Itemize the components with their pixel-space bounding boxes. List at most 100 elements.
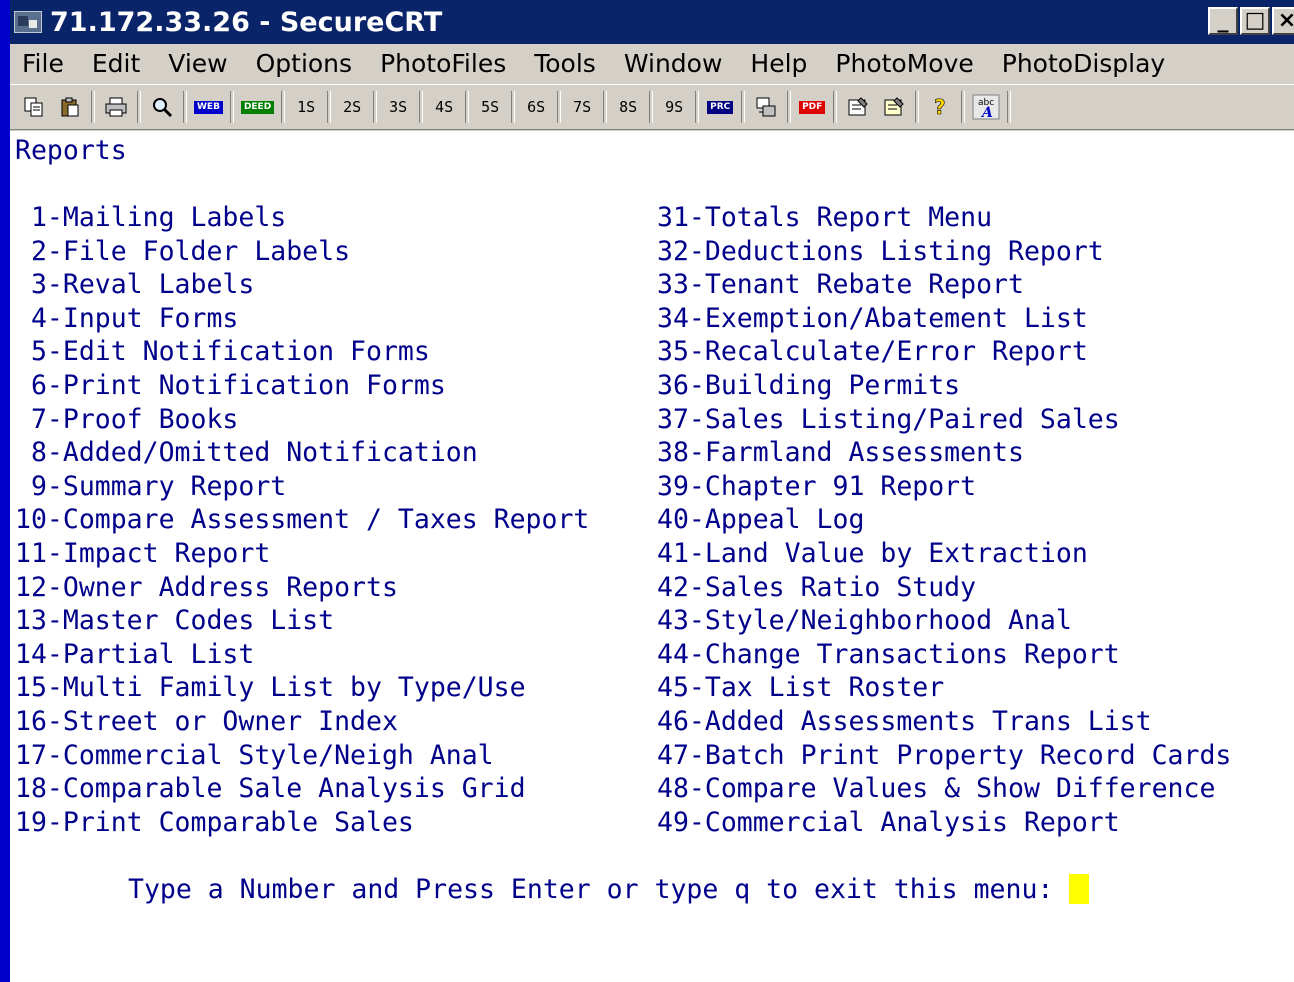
menu-photodisplay[interactable]: PhotoDisplay <box>988 49 1179 78</box>
report-menu-item: 36-Building Permits <box>657 370 961 401</box>
report-menu-item: 45-Tax List Roster <box>657 672 945 704</box>
report-menu-item: 37-Sales Listing/Paired Sales <box>657 403 1120 435</box>
report-menu-item: 18-Comparable Sale Analysis Grid <box>15 773 526 805</box>
report-menu-item: 43-Style/Neighborhood Anal <box>657 605 1072 637</box>
toolbar-separator <box>465 91 470 123</box>
menu-photomove[interactable]: PhotoMove <box>821 49 987 78</box>
report-menu-item: 1-Mailing Labels <box>15 202 287 233</box>
report-menu-item: 48-Compare Values & Show Difference <box>657 773 1216 805</box>
report-menu-item: 34-Exemption/Abatement List <box>657 302 1088 334</box>
s4-button[interactable]: 4S <box>430 92 458 122</box>
window-title: 71.172.33.26 - SecureCRT <box>50 6 443 38</box>
toolbar-separator <box>91 91 95 123</box>
report-menu-item: 15-Multi Family List by Type/Use <box>15 672 526 704</box>
close-button[interactable]: × <box>1272 7 1294 35</box>
properties-icon[interactable] <box>844 92 872 122</box>
report-menu-item: 13-Master Codes List <box>15 605 335 637</box>
s5-button[interactable]: 5S <box>476 92 504 122</box>
keymap-icon[interactable]: abc A <box>972 92 1000 122</box>
report-menu-item: 44-Change Transactions Report <box>657 638 1120 670</box>
report-menu-item: 6-Print Notification Forms <box>15 370 446 401</box>
deed-icon[interactable]: DEED <box>240 92 275 122</box>
report-menu-item: 12-Owner Address Reports <box>15 571 398 603</box>
paste-icon[interactable] <box>56 92 84 122</box>
menu-options[interactable]: Options <box>242 49 366 78</box>
terminal-screen[interactable]: Reports 1-Mailing Labels 2-File Folder L… <box>10 131 1294 982</box>
report-menu-item: 7-Proof Books <box>15 403 239 435</box>
report-menu-item: 3-Reval Labels <box>15 269 255 301</box>
report-menu-item: 11-Impact Report <box>15 538 271 569</box>
s7-button[interactable]: 7S <box>568 92 596 122</box>
report-menu-item: 14-Partial List <box>15 638 255 670</box>
report-menu-item: 49-Commercial Analysis Report <box>657 806 1120 838</box>
toolbar-separator <box>229 91 234 123</box>
menu-edit[interactable]: Edit <box>78 49 154 78</box>
prc-icon[interactable]: PRC <box>706 92 734 122</box>
menu-file[interactable]: File <box>10 49 78 78</box>
securecrt-window: 71.172.33.26 - SecureCRT _ □ × File Edit… <box>10 0 1294 982</box>
toolbar-separator <box>373 91 378 123</box>
prc-label: PRC <box>707 100 734 114</box>
report-menu-item: 46-Added Assessments Trans List <box>657 706 1152 737</box>
menu-window[interactable]: Window <box>610 49 737 78</box>
s2-button[interactable]: 2S <box>338 92 366 122</box>
toolbar-separator <box>695 91 700 123</box>
copy-icon[interactable] <box>20 92 48 122</box>
report-menu-item: 41-Land Value by Extraction <box>657 538 1088 569</box>
print-icon[interactable] <box>102 92 130 122</box>
svg-text:A: A <box>980 105 993 120</box>
toolbar-separator <box>649 91 654 123</box>
toolbar-separator <box>557 91 562 123</box>
prompt-text: Type a Number and Press Enter or type q … <box>128 874 1070 905</box>
find-icon[interactable] <box>148 92 176 122</box>
web-label: WEB <box>194 100 223 114</box>
s9-button[interactable]: 9S <box>660 92 688 122</box>
toolbar-separator <box>1007 91 1012 123</box>
menu-photofiles[interactable]: PhotoFiles <box>366 49 520 78</box>
report-menu-item: 16-Street or Owner Index <box>15 706 398 737</box>
report-menu-item: 33-Tenant Rebate Report <box>657 269 1024 301</box>
pdf-label: PDF <box>799 100 826 114</box>
terminal-heading: Reports <box>15 135 127 166</box>
s8-button[interactable]: 8S <box>614 92 642 122</box>
toolbar-separator <box>137 91 141 123</box>
report-menu-item: 5-Edit Notification Forms <box>15 336 430 368</box>
text-cursor <box>1069 874 1090 904</box>
report-menu-item: 17-Commercial Style/Neigh Anal <box>15 739 494 771</box>
menu-view[interactable]: View <box>154 49 241 78</box>
s1-button[interactable]: 1S <box>292 92 320 122</box>
report-menu-item: 39-Chapter 91 Report <box>657 470 977 502</box>
securecrt-app-icon[interactable] <box>14 11 42 33</box>
report-menu-item: 8-Added/Omitted Notification <box>15 437 478 469</box>
report-menu-item: 4-Input Forms <box>15 302 239 334</box>
report-menu-item: 31-Totals Report Menu <box>657 202 993 233</box>
report-menu-item: 38-Farmland Assessments <box>657 437 1024 469</box>
help-icon[interactable]: ? <box>926 92 954 122</box>
web-icon[interactable]: WEB <box>194 92 223 122</box>
menu-tools[interactable]: Tools <box>520 49 610 78</box>
minimize-button[interactable]: _ <box>1208 7 1238 35</box>
report-menu-item: 42-Sales Ratio Study <box>657 571 977 603</box>
maximize-button[interactable]: □ <box>1240 7 1270 35</box>
title-bar[interactable]: 71.172.33.26 - SecureCRT _ □ × <box>10 0 1294 44</box>
report-menu-item: 47-Batch Print Property Record Cards <box>657 739 1232 771</box>
report-menu-item: 19-Print Comparable Sales <box>15 806 414 838</box>
menu-help[interactable]: Help <box>736 49 821 78</box>
toolbar-separator <box>741 91 746 123</box>
s3-button[interactable]: 3S <box>384 92 412 122</box>
toolbar-separator <box>915 91 920 123</box>
report-menu-item: 40-Appeal Log <box>657 504 865 536</box>
transfer-icon[interactable] <box>752 92 780 122</box>
s6-button[interactable]: 6S <box>522 92 550 122</box>
report-menu-item: 35-Recalculate/Error Report <box>657 336 1088 368</box>
toolbar: WEB DEED 1S 2S 3S 4S 5S 6S 7S 8S 9S PRC <box>10 84 1294 130</box>
toolbar-separator <box>833 91 838 123</box>
report-menu-item: 32-Deductions Listing Report <box>657 235 1104 267</box>
toolbar-separator <box>961 91 966 123</box>
report-menu-item: 2-File Folder Labels <box>15 235 351 267</box>
toolbar-separator <box>327 91 332 123</box>
menu-bar: File Edit View Options PhotoFiles Tools … <box>10 44 1294 82</box>
toolbar-separator <box>511 91 516 123</box>
global-properties-icon[interactable] <box>880 92 908 122</box>
pdf-icon[interactable]: PDF <box>798 92 826 122</box>
